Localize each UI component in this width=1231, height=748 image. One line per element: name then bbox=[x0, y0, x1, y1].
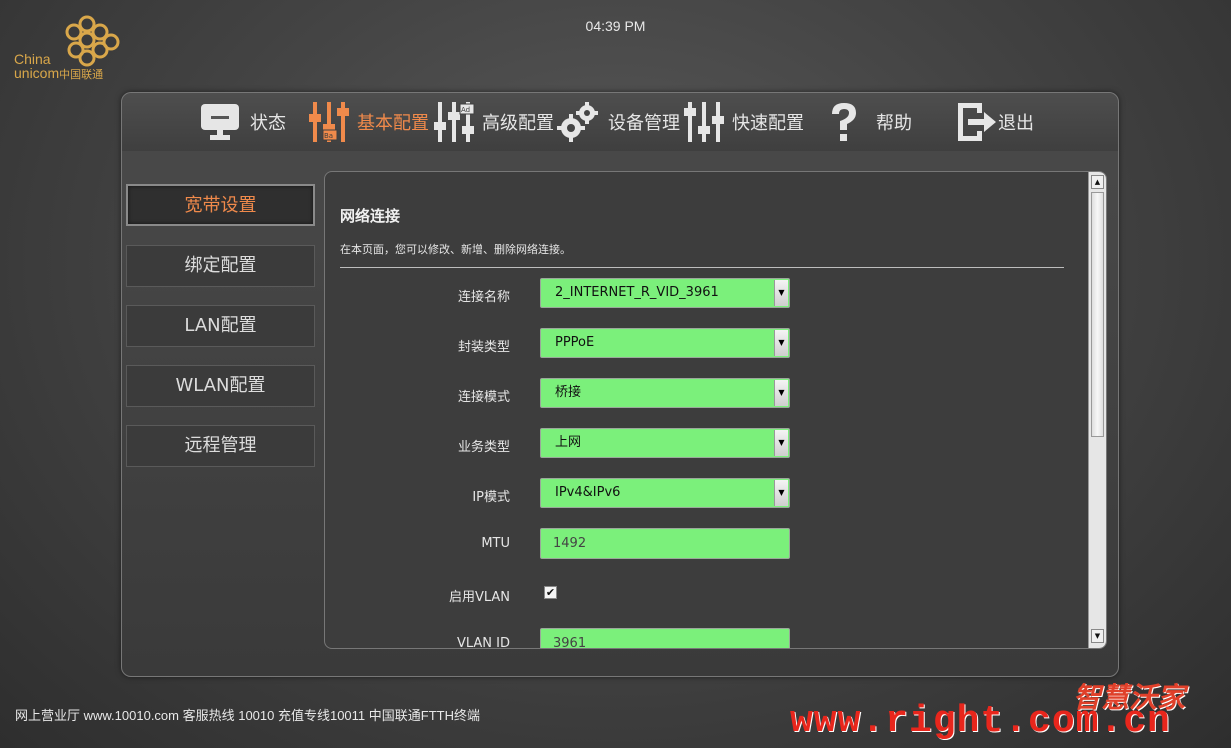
nav-quick-config[interactable]: 快速配置 bbox=[682, 99, 804, 145]
nav-basic-config-label: 基本配置 bbox=[357, 113, 429, 134]
dropdown-arrow-icon: ▼ bbox=[774, 330, 788, 356]
gears-icon bbox=[557, 102, 598, 142]
sliders-basic-icon: Ba bbox=[309, 102, 349, 142]
question-icon bbox=[832, 103, 856, 141]
scroll-thumb[interactable] bbox=[1091, 192, 1104, 437]
conn-name-label: 连接名称 bbox=[457, 290, 510, 305]
nav-advanced-config-label: 高级配置 bbox=[482, 113, 554, 134]
dropdown-arrow-icon: ▼ bbox=[774, 280, 788, 306]
clock: 04:39 PM bbox=[585, 18, 646, 34]
top-nav: 状态 Ba 基本配置 Ad 高级配置 设备管理 快速配置 帮助 退出 bbox=[122, 93, 1118, 151]
conn-name-select[interactable]: 2_INTERNET_R_VID_3961 ▼ bbox=[540, 278, 790, 308]
watermark-url: www.right.com.cn bbox=[790, 700, 1171, 743]
main-frame: 状态 Ba 基本配置 Ad 高级配置 设备管理 快速配置 帮助 退出 宽带设置 … bbox=[121, 92, 1119, 677]
monitor-icon bbox=[201, 104, 239, 140]
dropdown-arrow-icon: ▼ bbox=[774, 380, 788, 406]
nav-basic-config[interactable]: Ba 基本配置 bbox=[307, 99, 429, 145]
brand-en-2: unicom bbox=[14, 65, 60, 81]
dropdown-arrow-icon: ▼ bbox=[774, 430, 788, 456]
nav-logout[interactable]: 退出 bbox=[954, 99, 1034, 145]
section-title: 网络连接 bbox=[340, 207, 401, 225]
side-lan-config[interactable]: LAN配置 bbox=[126, 305, 315, 347]
side-broadband-settings[interactable]: 宽带设置 bbox=[126, 184, 315, 226]
conn-mode-label: 连接模式 bbox=[457, 390, 510, 405]
service-value: 上网 bbox=[555, 435, 582, 450]
ip-mode-value: IPv4&IPv6 bbox=[555, 485, 621, 500]
conn-mode-select[interactable]: 桥接 ▼ bbox=[540, 378, 790, 408]
scroll-up-icon[interactable]: ▲ bbox=[1091, 175, 1104, 189]
nav-help-label: 帮助 bbox=[876, 113, 912, 134]
logout-icon bbox=[958, 103, 996, 141]
side-remote-mgmt[interactable]: 远程管理 bbox=[126, 425, 315, 467]
encap-select[interactable]: PPPoE ▼ bbox=[540, 328, 790, 358]
nav-quick-config-label: 快速配置 bbox=[732, 113, 804, 134]
brand-en-1: China bbox=[14, 51, 51, 67]
svg-text:Ba: Ba bbox=[324, 132, 333, 140]
mtu-label: MTU bbox=[481, 536, 510, 551]
ip-mode-label: IP模式 bbox=[472, 490, 510, 505]
divider bbox=[340, 267, 1064, 268]
service-select[interactable]: 上网 ▼ bbox=[540, 428, 790, 458]
sliders-quick-icon bbox=[684, 102, 724, 142]
vlan-id-input[interactable]: 3961 bbox=[540, 628, 790, 648]
nav-help[interactable]: 帮助 bbox=[822, 99, 912, 145]
footer-info: 网上营业厅 www.10010.com 客服热线 10010 充值专线10011… bbox=[15, 708, 480, 723]
dropdown-arrow-icon: ▼ bbox=[774, 480, 788, 506]
ip-mode-select[interactable]: IPv4&IPv6 ▼ bbox=[540, 478, 790, 508]
mtu-input[interactable]: 1492 bbox=[540, 528, 790, 559]
brand-cn: 中国联通 bbox=[59, 69, 104, 81]
side-wlan-config[interactable]: WLAN配置 bbox=[126, 365, 315, 407]
service-label: 业务类型 bbox=[457, 440, 510, 455]
vlan-enable-label: 启用VLAN bbox=[448, 590, 510, 605]
nav-logout-label: 退出 bbox=[998, 113, 1034, 134]
encap-value: PPPoE bbox=[555, 335, 595, 350]
content-panel: 网络连接 在本页面，您可以修改、新增、删除网络连接。 连接名称 2_INTERN… bbox=[324, 171, 1107, 649]
nav-device-mgmt[interactable]: 设备管理 bbox=[556, 99, 680, 145]
sliders-advanced-icon: Ad bbox=[434, 102, 475, 142]
encap-label: 封装类型 bbox=[457, 340, 510, 355]
side-binding-config[interactable]: 绑定配置 bbox=[126, 245, 315, 287]
content-scroll-area: 网络连接 在本页面，您可以修改、新增、删除网络连接。 连接名称 2_INTERN… bbox=[325, 172, 1087, 649]
svg-text:Ad: Ad bbox=[461, 106, 470, 114]
section-description: 在本页面，您可以修改、新增、删除网络连接。 bbox=[340, 243, 571, 256]
vlan-id-label: VLAN ID bbox=[456, 636, 510, 649]
vertical-scrollbar[interactable]: ▲ ▼ bbox=[1088, 172, 1106, 648]
nav-advanced-config[interactable]: Ad 高级配置 bbox=[432, 99, 554, 145]
vlan-enable-checkbox[interactable]: ✔ bbox=[544, 586, 557, 599]
nav-device-mgmt-label: 设备管理 bbox=[608, 113, 680, 134]
conn-name-value: 2_INTERNET_R_VID_3961 bbox=[555, 285, 719, 300]
conn-mode-value: 桥接 bbox=[555, 385, 582, 400]
scroll-down-icon[interactable]: ▼ bbox=[1091, 629, 1104, 643]
nav-status-label: 状态 bbox=[250, 113, 286, 134]
nav-status[interactable]: 状态 bbox=[198, 99, 286, 145]
